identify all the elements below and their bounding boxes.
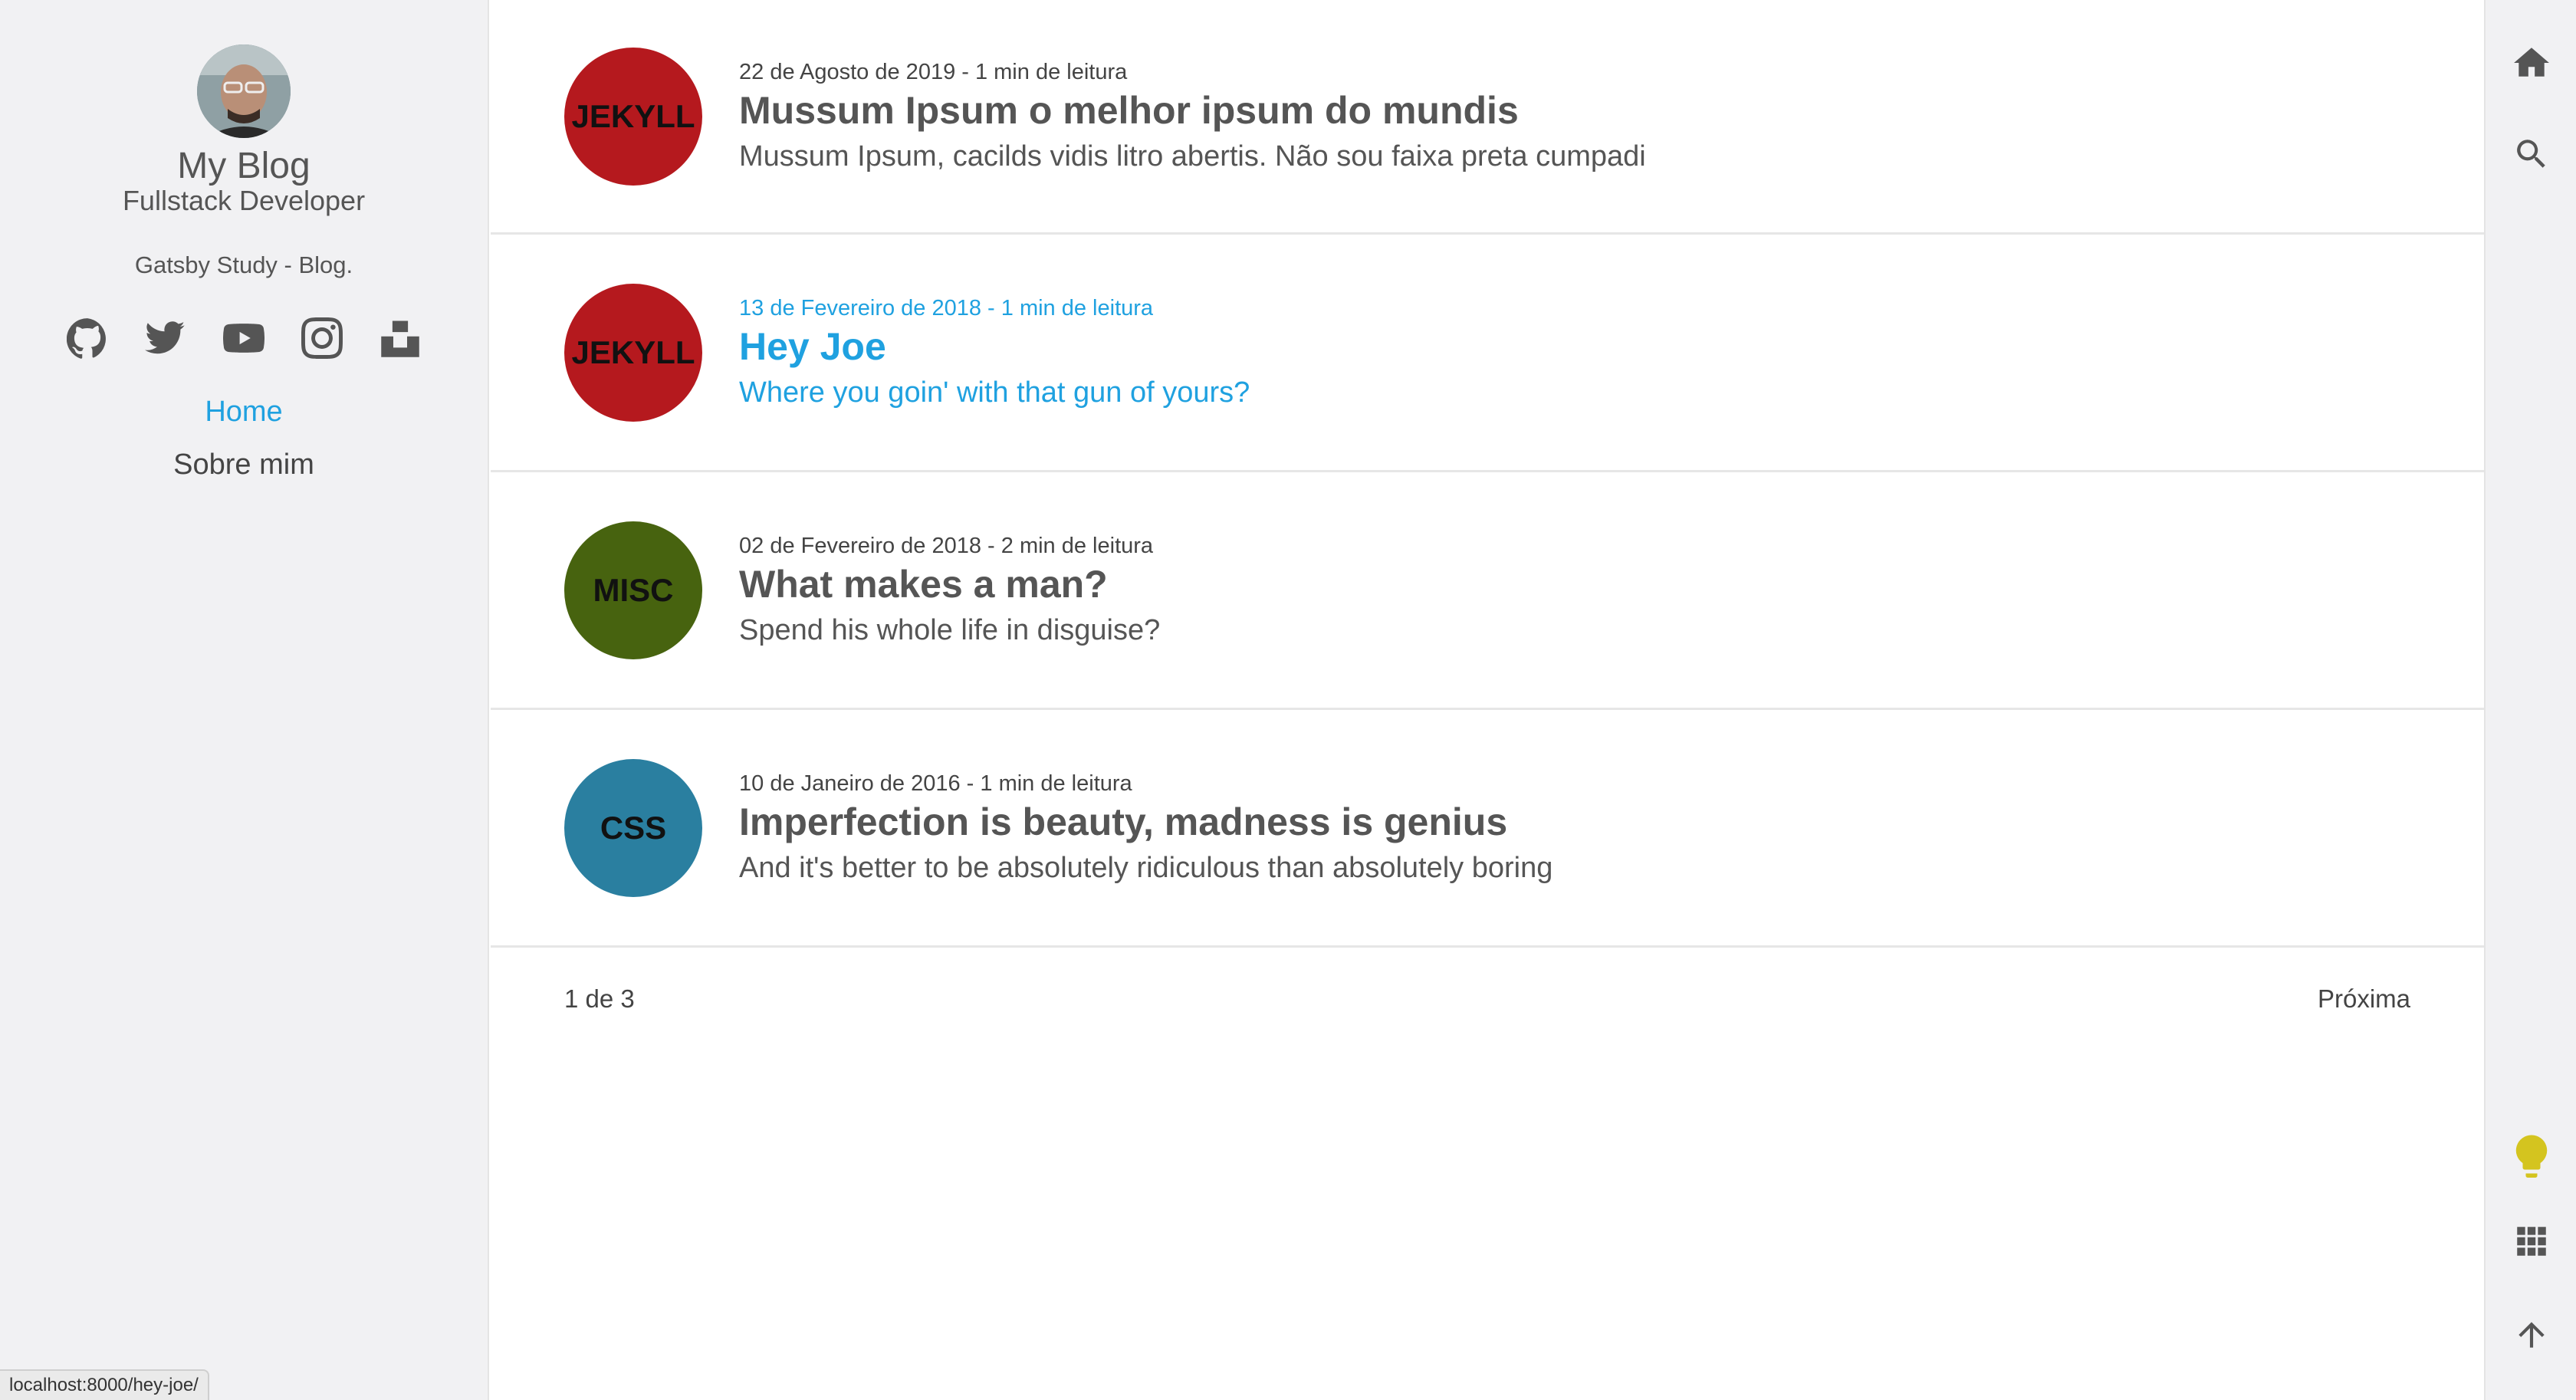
next-page-link[interactable]: Próxima (2318, 984, 2410, 1014)
post-item[interactable]: MISC 02 de Fevereiro de 2018 - 2 min de … (491, 472, 2484, 710)
blog-subtitle: Fullstack Developer (122, 185, 366, 217)
sidebar: My Blog Fullstack Developer Gatsby Study… (0, 0, 489, 1400)
post-item[interactable]: JEKYLL 22 de Agosto de 2019 - 1 min de l… (491, 0, 2484, 235)
nav-about[interactable]: Sobre mim (173, 449, 314, 481)
instagram-icon[interactable] (300, 316, 344, 360)
grid-icon[interactable] (2486, 1222, 2576, 1260)
blog-title[interactable]: My Blog (177, 146, 310, 186)
post-description: Where you goin' with that gun of yours? (739, 376, 1250, 409)
post-title[interactable]: Mussum Ipsum o melhor ipsum do mundis (739, 88, 1646, 133)
blog-description: Gatsby Study - Blog. (134, 251, 353, 278)
post-title[interactable]: Hey Joe (739, 324, 1250, 369)
post-list: JEKYLL 22 de Agosto de 2019 - 1 min de l… (491, 0, 2484, 1400)
menu-bar (2484, 0, 2576, 1400)
social-links (65, 316, 422, 360)
post-tag: JEKYLL (564, 283, 702, 422)
twitter-icon[interactable] (143, 316, 188, 360)
youtube-icon[interactable] (222, 316, 266, 360)
status-url: localhost:8000/hey-joe/ (0, 1369, 209, 1400)
nav-home[interactable]: Home (205, 396, 282, 429)
post-title[interactable]: Imperfection is beauty, madness is geniu… (739, 800, 1552, 844)
post-description: Mussum Ipsum, cacilds vidis litro aberti… (739, 140, 1646, 173)
post-date: 13 de Fevereiro de 2018 - 1 min de leitu… (739, 295, 1154, 320)
sidebar-nav: Home Sobre mim (173, 396, 314, 481)
page-indicator: 1 de 3 (564, 984, 635, 1013)
home-icon[interactable] (2486, 43, 2576, 81)
arrow-up-icon[interactable] (2486, 1316, 2576, 1354)
post-item[interactable]: JEKYLL 13 de Fevereiro de 2018 - 1 min d… (491, 235, 2484, 472)
post-tag: MISC (564, 521, 702, 659)
post-description: Spend his whole life in disguise? (739, 613, 1161, 646)
post-title[interactable]: What makes a man? (739, 562, 1160, 606)
post-date: 22 de Agosto de 2019 - 1 min de leitura (739, 59, 1128, 84)
search-icon[interactable] (2486, 135, 2576, 173)
avatar[interactable] (197, 44, 291, 138)
lightbulb-icon[interactable] (2486, 1126, 2576, 1187)
post-description: And it's better to be absolutely ridicul… (739, 851, 1553, 884)
post-tag: JEKYLL (564, 47, 702, 186)
post-date: 02 de Fevereiro de 2018 - 2 min de leitu… (739, 533, 1154, 558)
post-tag: CSS (564, 758, 702, 897)
post-date: 10 de Janeiro de 2016 - 1 min de leitura (739, 771, 1132, 796)
unsplash-icon[interactable] (378, 316, 422, 360)
post-item[interactable]: CSS 10 de Janeiro de 2016 - 1 min de lei… (491, 710, 2484, 948)
pagination: 1 de 3 Próxima (491, 948, 2484, 1050)
github-icon[interactable] (65, 316, 110, 360)
